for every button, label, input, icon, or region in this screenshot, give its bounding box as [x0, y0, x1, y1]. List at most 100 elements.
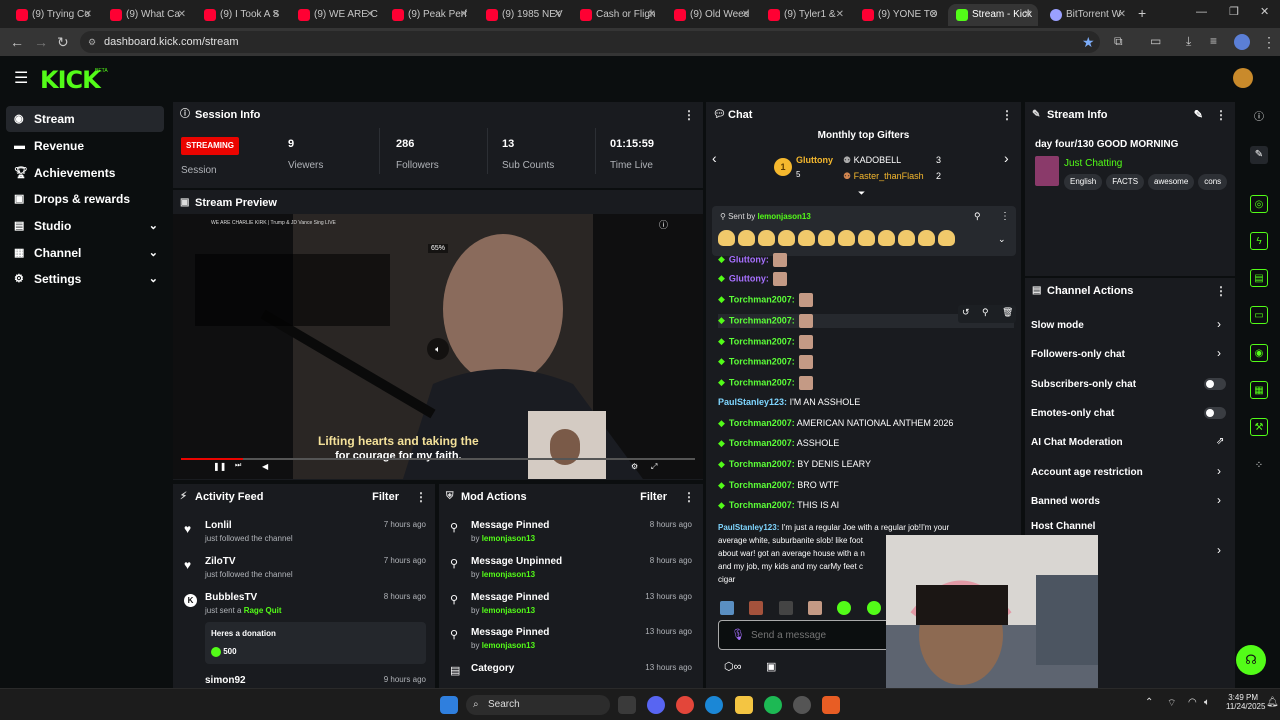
reading-list-icon[interactable]: ≡	[1210, 34, 1217, 48]
notifications-icon[interactable]: 🔔︎	[1266, 697, 1279, 708]
volume-icon[interactable]: 🔈︎	[427, 338, 449, 360]
close-icon[interactable]: ✕	[836, 4, 844, 26]
account-age-action[interactable]: Account age restriction	[1031, 467, 1143, 478]
volume-icon[interactable]: 🔈︎	[1204, 697, 1210, 708]
chevron-down-icon[interactable]: ⌄	[998, 234, 1006, 245]
taskbar-search[interactable]: ⌕ Search	[466, 695, 610, 715]
user-avatar[interactable]	[1233, 68, 1253, 88]
emote[interactable]	[749, 600, 764, 615]
ai-moderation-action[interactable]: AI Chat Moderation	[1031, 437, 1123, 448]
close-icon[interactable]: ✕	[648, 4, 656, 26]
browser-tab[interactable]: (9) 1985 NEV ✕	[478, 4, 568, 26]
hamburger-menu-icon[interactable]: ☰	[14, 68, 28, 88]
unpin-icon[interactable]: ⚲	[974, 211, 981, 222]
more-options-icon[interactable]: ⋮	[1215, 102, 1227, 128]
skip-icon[interactable]: ⏭︎	[235, 462, 241, 470]
close-icon[interactable]: ✕	[460, 4, 468, 26]
pin-icon[interactable]: ⚲	[982, 307, 989, 318]
close-icon[interactable]: ✕	[366, 4, 374, 26]
filter-button[interactable]: Filter	[372, 484, 399, 510]
edit-icon[interactable]: ✎	[1194, 102, 1203, 128]
chevron-up-icon[interactable]: ⌃	[1145, 697, 1153, 708]
browser-tab[interactable]: BitTorrent W ✕	[1042, 4, 1132, 26]
more-options-icon[interactable]: ⋮	[1001, 102, 1013, 128]
info-icon[interactable]: ⓘ	[1250, 109, 1268, 127]
back-icon[interactable]: ←	[10, 34, 24, 50]
more-options-icon[interactable]: ⋮	[1215, 278, 1227, 304]
browser-tab[interactable]: (9) What Ca ✕	[102, 4, 192, 26]
browser-tab[interactable]: (9) Peak Perf ✕	[384, 4, 474, 26]
edge-icon[interactable]	[705, 696, 723, 714]
layout-icon[interactable]: ▦	[1250, 381, 1268, 399]
close-icon[interactable]: ✕	[272, 4, 280, 26]
new-tab-icon[interactable]: +	[1138, 5, 1146, 21]
close-icon[interactable]: ✕	[178, 4, 186, 26]
sidebar-item-stream[interactable]: ◉ Stream	[6, 106, 164, 132]
file-explorer-icon[interactable]	[735, 696, 753, 714]
browser-tab[interactable]: (9) Tyler1 & ✕	[760, 4, 850, 26]
browser-tab[interactable]: (9) WE ARE C ✕	[290, 4, 380, 26]
video-progress-bar[interactable]	[181, 458, 695, 460]
sidebar-item-settings[interactable]: ⚙ Settings ⌄	[6, 266, 164, 292]
emote[interactable]	[866, 600, 881, 615]
close-icon[interactable]: ✕	[554, 4, 562, 26]
browser-tab[interactable]: (9) Old Weed ✕	[666, 4, 756, 26]
chevron-right-icon[interactable]: ›	[1004, 150, 1009, 166]
discord-icon[interactable]	[647, 696, 665, 714]
chat-icon[interactable]: ▭	[1250, 306, 1268, 324]
gift-icon[interactable]: ▣	[766, 660, 776, 673]
category-thumbnail[interactable]	[1035, 156, 1059, 186]
maximize-icon[interactable]: ❐	[1229, 5, 1239, 18]
close-icon[interactable]: ✕	[1118, 4, 1126, 26]
info-icon[interactable]: ⓘ	[659, 218, 668, 231]
system-clock[interactable]: 3:49 PM 11/24/2025	[1226, 693, 1265, 711]
more-options-icon[interactable]: ⋮	[683, 484, 695, 510]
tag[interactable]: awesome	[1148, 174, 1195, 190]
filter-button[interactable]: Filter	[640, 484, 667, 510]
subscribers-only-toggle[interactable]	[1204, 378, 1226, 390]
windows-start-icon[interactable]	[440, 696, 458, 714]
wifi-icon[interactable]: ◠	[1188, 697, 1197, 708]
profile-avatar[interactable]	[1234, 34, 1250, 50]
list-icon[interactable]: ▤	[1250, 269, 1268, 287]
chrome-icon[interactable]	[676, 696, 694, 714]
app-icon[interactable]	[822, 696, 840, 714]
close-icon[interactable]: ✕	[1024, 4, 1032, 26]
stream-video-player[interactable]: WE ARE CHARLIE KIRK | Trump & JD Vance S…	[173, 214, 703, 479]
emotes-only-toggle[interactable]	[1204, 407, 1226, 419]
browser-menu-icon[interactable]: ⋮	[1262, 34, 1276, 51]
gifter-name[interactable]: ⚉ Faster_thanFlash	[843, 171, 924, 182]
emote[interactable]	[778, 600, 793, 615]
sidebar-item-drops[interactable]: ▣ Drops & rewards	[6, 186, 164, 212]
external-link-icon[interactable]: ⇗	[1216, 436, 1224, 447]
browser-tab[interactable]: (9) I Took A S ✕	[196, 4, 286, 26]
apps-icon[interactable]: ⁘	[1250, 457, 1268, 475]
site-info-icon[interactable]: ⚙	[88, 31, 96, 53]
sidebar-item-achievements[interactable]: 🏆︎ Achievements	[6, 160, 164, 186]
chevron-right-icon[interactable]: ›	[1217, 464, 1221, 478]
browser-tab[interactable]: Cash or Fligh ✕	[572, 4, 662, 26]
emote[interactable]	[808, 600, 823, 615]
chevron-right-icon[interactable]: ›	[1217, 346, 1221, 360]
volume-small-icon[interactable]: ◀	[262, 462, 268, 471]
chevron-left-icon[interactable]: ‹	[712, 150, 717, 166]
close-icon[interactable]: ✕	[930, 4, 938, 26]
fullscreen-icon[interactable]: ⤢	[651, 462, 657, 472]
bookmark-star-icon[interactable]: ★	[1082, 34, 1095, 51]
sidebar-item-studio[interactable]: ▤ Studio ⌄	[6, 213, 164, 239]
host-channel-action[interactable]: Host Channel	[1031, 521, 1095, 532]
browser-tab[interactable]: (9) YONE TO ✕	[854, 4, 944, 26]
target-icon[interactable]: ◎	[1250, 195, 1268, 213]
tag[interactable]: English	[1064, 174, 1103, 190]
close-icon[interactable]: ✕	[84, 4, 92, 26]
gifter-name[interactable]: ⚉ KADOBELL	[843, 155, 901, 166]
followers-only-action[interactable]: Followers-only chat	[1031, 349, 1125, 360]
cast-icon[interactable]: ▭	[1150, 34, 1161, 48]
browser-tab-active[interactable]: Stream - Kick ✕	[948, 4, 1038, 26]
pause-icon[interactable]: ❚❚	[213, 462, 226, 471]
kick-logo[interactable]: KICK	[40, 66, 101, 94]
wrench-icon[interactable]: ⚒	[1250, 418, 1268, 436]
emote[interactable]	[837, 600, 852, 615]
extensions-icon[interactable]: ⧉	[1114, 34, 1123, 49]
sidebar-item-channel[interactable]: ▦ Channel ⌄	[6, 240, 164, 266]
